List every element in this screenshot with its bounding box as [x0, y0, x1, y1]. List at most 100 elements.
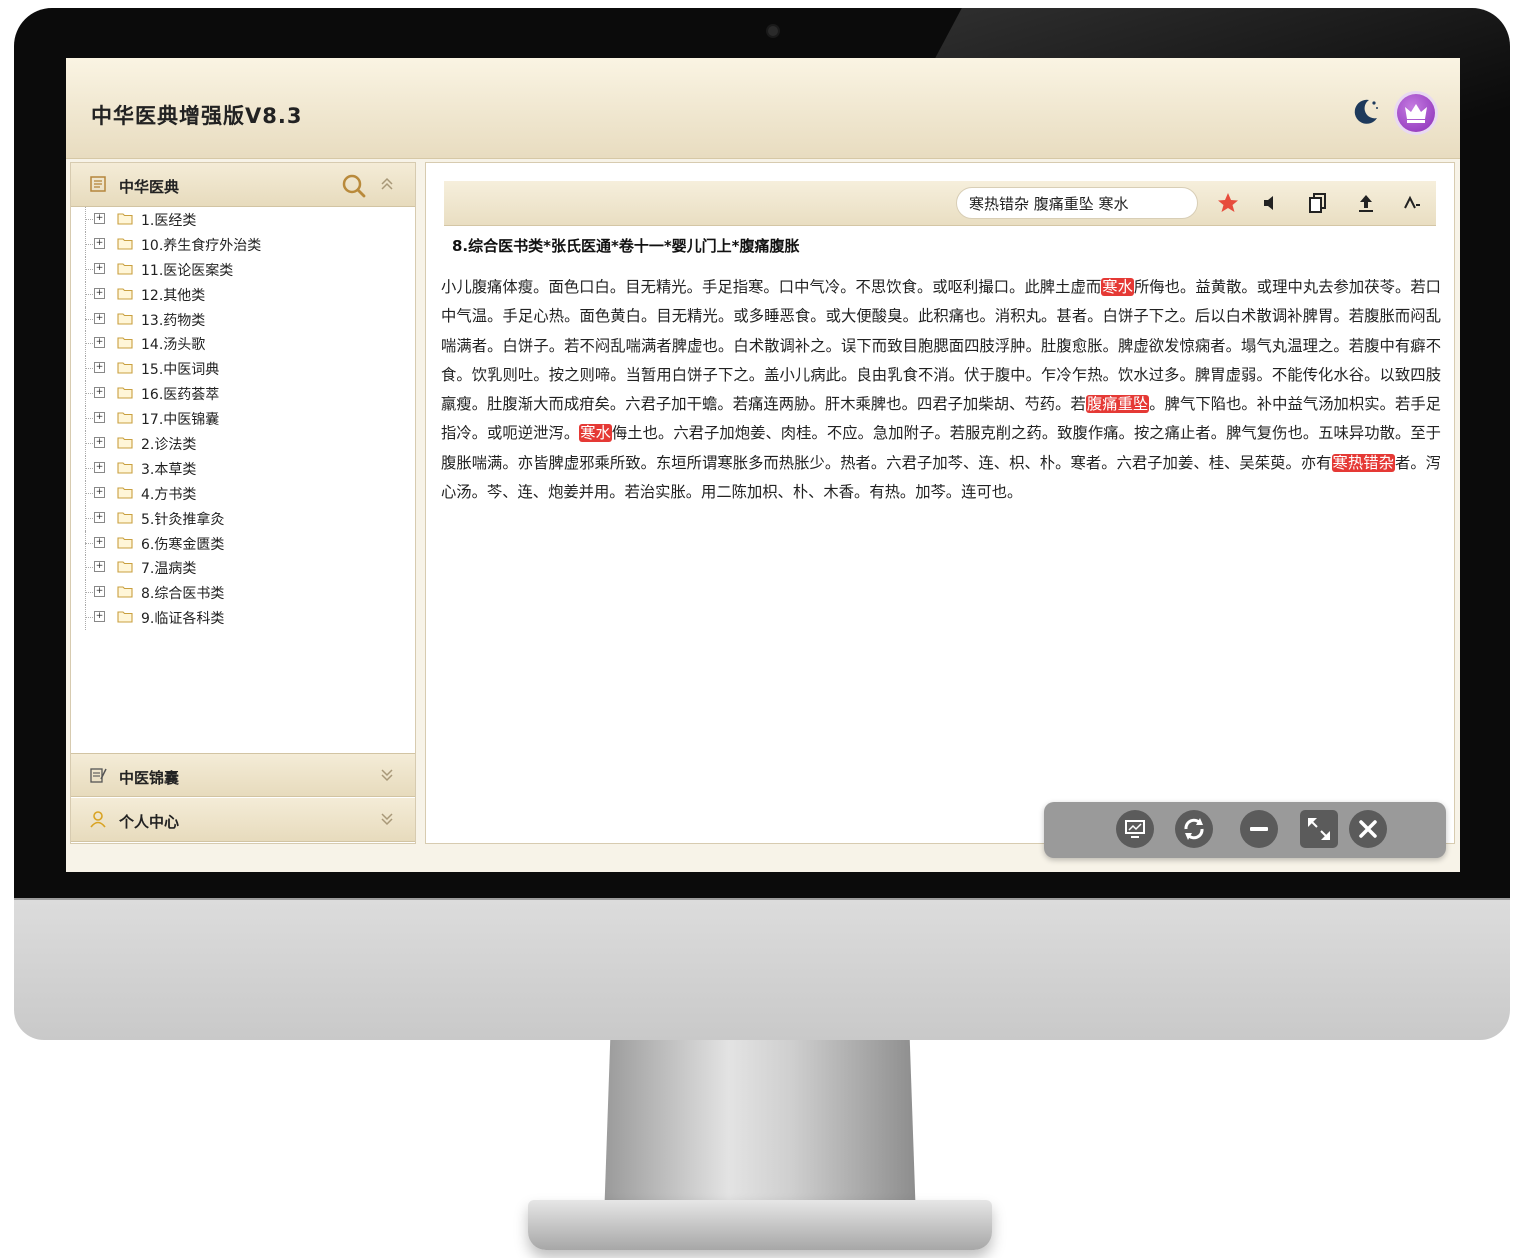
vip-crown-icon[interactable]	[1397, 94, 1435, 132]
tree-item-label: 11.医论医案类	[141, 262, 234, 279]
tree-item[interactable]: +8.综合医书类	[71, 580, 415, 606]
tree-item-label: 12.其他类	[141, 287, 206, 304]
tree-item-label: 14.汤头歌	[141, 337, 206, 354]
search-highlight: 腹痛重坠	[1085, 395, 1150, 414]
folder-icon	[117, 313, 133, 325]
speaker-icon[interactable]	[1258, 191, 1282, 215]
tree-item-label: 13.药物类	[141, 312, 206, 329]
folder-icon	[117, 512, 133, 524]
body-text: 小儿腹痛体瘦。面色口白。目无精光。手足指寒。口中气冷。不思饮食。或呕利撮口。此脾…	[441, 278, 1102, 296]
chevron-down-icon[interactable]	[379, 810, 395, 828]
tree-item[interactable]: +13.药物类	[71, 306, 415, 332]
tree-item[interactable]: +15.中医词典	[71, 356, 415, 382]
folder-icon	[117, 412, 133, 424]
tree-item[interactable]: +1.医经类	[71, 207, 415, 232]
accordion-header-main[interactable]: 中华医典	[71, 163, 415, 207]
expand-toggle-icon[interactable]: +	[94, 237, 105, 249]
chevron-down-icon[interactable]	[379, 766, 395, 784]
folder-icon	[117, 362, 133, 374]
star-icon[interactable]	[1216, 191, 1240, 215]
minus-icon	[1250, 827, 1268, 831]
tree-item-label: 8.综合医书类	[141, 586, 225, 603]
tree-item[interactable]: +5.针灸推拿灸	[71, 505, 415, 531]
tree-item[interactable]: +16.医药荟萃	[71, 381, 415, 407]
minimize-button[interactable]	[1240, 810, 1278, 848]
document-body: 小儿腹痛体瘦。面色口白。目无精光。手足指寒。口中气冷。不思饮食。或呕利撮口。此脾…	[441, 273, 1441, 507]
category-tree: +1.医经类 +10.养生食疗外治类 +11.医论医案类 +12.其他类 +13.药物类…	[71, 207, 415, 631]
expand-toggle-icon[interactable]: +	[94, 486, 105, 498]
tree-item[interactable]: +7.温病类	[71, 555, 415, 581]
copy-icon[interactable]	[1306, 191, 1330, 215]
close-button[interactable]	[1349, 810, 1387, 848]
monitor-chin	[14, 900, 1510, 1040]
document-title: 8.综合医书类*张氏医通*卷十一*婴儿门上*腹痛腹胀	[452, 237, 800, 255]
folder-icon	[117, 487, 133, 499]
monitor-stand-neck	[604, 1040, 916, 1220]
search-highlight: 寒水	[1101, 278, 1134, 296]
accordion-header-jinnang[interactable]: 中医锦囊	[71, 753, 415, 797]
expand-toggle-icon[interactable]: +	[94, 536, 105, 548]
tree-item[interactable]: +11.医论医案类	[71, 256, 415, 282]
expand-toggle-icon[interactable]: +	[94, 213, 105, 224]
night-mode-icon[interactable]	[1349, 96, 1381, 128]
expand-toggle-icon[interactable]: +	[94, 461, 105, 473]
tree-item[interactable]: +2.诊法类	[71, 431, 415, 456]
tree-item[interactable]: +4.方书类	[71, 480, 415, 506]
search-icon[interactable]	[341, 173, 367, 199]
refresh-button[interactable]	[1175, 810, 1213, 848]
tree-item-label: 10.养生食疗外治类	[141, 237, 262, 254]
tree-item[interactable]: +17.中医锦囊	[71, 406, 415, 432]
screen-monitor-button[interactable]	[1116, 810, 1154, 848]
maximize-button[interactable]	[1300, 810, 1338, 848]
tree-item-label: 3.本草类	[141, 461, 197, 478]
accordion-label-main: 中华医典	[119, 178, 180, 196]
expand-icon	[1308, 818, 1330, 840]
sidebar: 中华医典 +1.医经类 +10.养生食疗外治类 +11.医论医案类 +12.其他类 +1…	[70, 162, 416, 844]
tree-item-label: 6.伤寒金匮类	[141, 536, 225, 553]
accordion-header-personal[interactable]: 个人中心	[71, 798, 415, 842]
body-text: 所侮也。益黄散。或理中丸去参加茯苓。若口中气温。手足心热。面色黄白。目无精光。或…	[441, 278, 1441, 414]
monitor-icon	[1125, 820, 1145, 838]
content-panel: 8.综合医书类*张氏医通*卷十一*婴儿门上*腹痛腹胀 小儿腹痛体瘦。面色口白。目…	[425, 162, 1455, 844]
title-bar: 中华医典增强版V8.3	[66, 58, 1460, 159]
camera-dot	[768, 26, 778, 36]
collapse-toolbar-icon[interactable]	[1400, 191, 1424, 215]
tree-item-label: 5.针灸推拿灸	[141, 511, 225, 528]
folder-icon	[117, 213, 133, 225]
app-title: 中华医典增强版V8.3	[91, 104, 303, 128]
notebook-pen-icon	[90, 768, 107, 783]
tree-item-label: 17.中医锦囊	[141, 412, 220, 429]
tree-item[interactable]: +12.其他类	[71, 281, 415, 307]
chevron-up-icon[interactable]	[379, 175, 395, 193]
tree-item-label: 9.临证各科类	[141, 611, 225, 628]
user-icon	[90, 811, 106, 828]
expand-toggle-icon[interactable]: +	[94, 387, 105, 399]
tree-item[interactable]: +3.本草类	[71, 455, 415, 481]
folder-icon	[117, 238, 133, 250]
expand-toggle-icon[interactable]: +	[94, 437, 105, 449]
tree-item[interactable]: +14.汤头歌	[71, 331, 415, 357]
tree-item[interactable]: +10.养生食疗外治类	[71, 231, 415, 257]
tree-item-label: 4.方书类	[141, 486, 197, 503]
expand-toggle-icon[interactable]: +	[94, 511, 105, 523]
expand-toggle-icon[interactable]: +	[94, 611, 105, 623]
monitor-stand-foot	[528, 1200, 992, 1250]
expand-toggle-icon[interactable]: +	[94, 312, 105, 324]
expand-toggle-icon[interactable]: +	[94, 287, 105, 299]
expand-toggle-icon[interactable]: +	[94, 586, 105, 598]
app-window: 中华医典增强版V8.3 中华医典 + 1.医经类 + 10.养生食疗外治类 + …	[66, 58, 1460, 872]
folder-icon	[117, 263, 133, 275]
tree-item[interactable]: +9.临证各科类	[71, 605, 415, 631]
tree-item[interactable]: +6.伤寒金匮类	[71, 530, 415, 556]
expand-toggle-icon[interactable]: +	[94, 262, 105, 274]
folder-icon	[117, 387, 133, 399]
folder-icon	[117, 611, 133, 623]
search-input[interactable]	[956, 187, 1198, 219]
upload-icon[interactable]	[1354, 191, 1378, 215]
search-highlight: 寒水	[579, 424, 612, 443]
expand-toggle-icon[interactable]: +	[94, 337, 105, 349]
expand-toggle-icon[interactable]: +	[94, 362, 105, 374]
expand-toggle-icon[interactable]: +	[94, 412, 105, 424]
close-icon	[1359, 820, 1377, 838]
expand-toggle-icon[interactable]: +	[94, 561, 105, 573]
